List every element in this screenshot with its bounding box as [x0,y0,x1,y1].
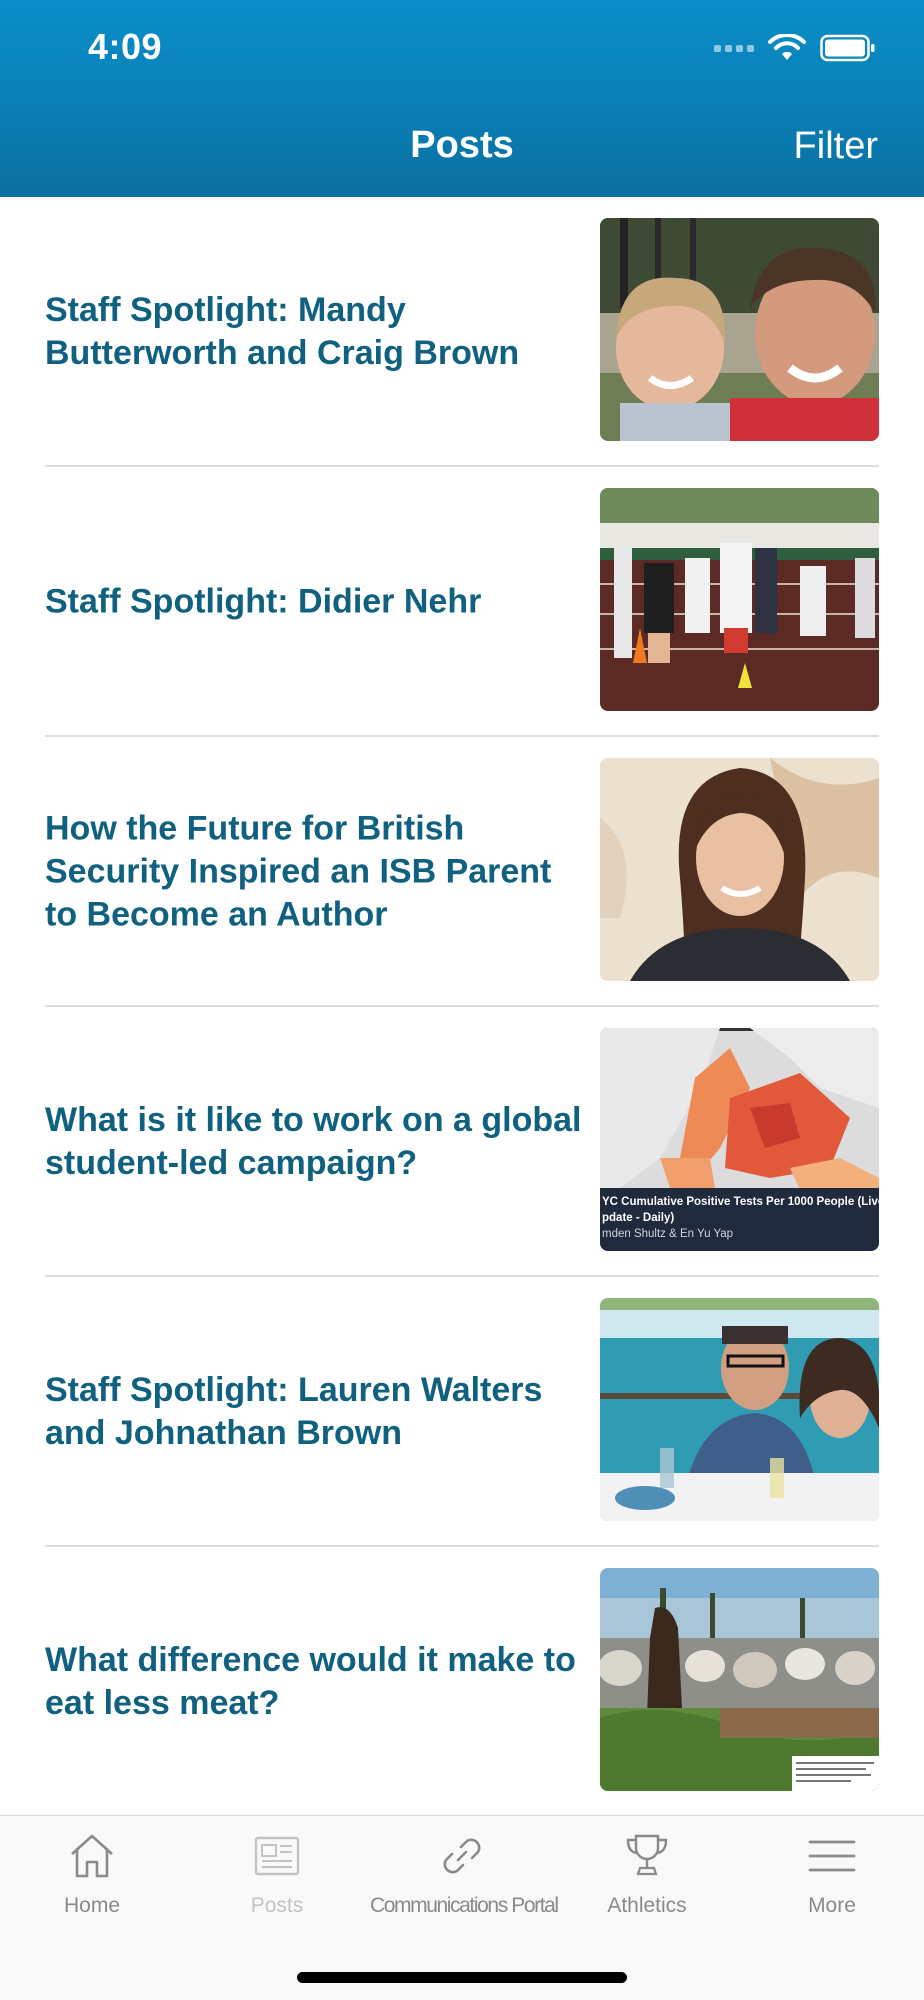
post-title[interactable]: Staff Spotlight: Didier Nehr [45,581,585,624]
filter-button[interactable]: Filter [794,125,878,168]
post-row[interactable]: Staff Spotlight: Didier Nehr [0,467,924,737]
portrait-photo [600,758,879,981]
app-header: 4:09 Posts Filter [0,0,924,197]
post-row[interactable]: Staff Spotlight: Mandy Butterworth and C… [0,197,924,467]
newspaper-icon [254,1836,300,1876]
couple-boat-photo [600,1298,879,1521]
cattle-field-photo [600,1568,879,1791]
thumbnail-caption: YC Cumulative Positive Tests Per 1000 Pe… [600,1194,879,1242]
status-icons [714,34,876,62]
post-thumbnail[interactable] [600,1568,879,1791]
post-title[interactable]: Staff Spotlight: Lauren Walters and John… [45,1369,585,1455]
post-title[interactable]: What is it like to work on a global stud… [45,1099,585,1185]
posts-list: Staff Spotlight: Mandy Butterworth and C… [0,197,924,1815]
tab-label: Communications Portal [370,1894,559,1917]
tab-more[interactable]: More [740,1830,924,1950]
menu-icon [808,1840,856,1872]
caption-line: mden Shultz & En Yu Yap [602,1228,734,1240]
tab-label: More [808,1894,856,1917]
page-title: Posts [410,124,514,166]
home-indicator[interactable] [297,1972,627,1983]
link-icon [443,1838,481,1874]
post-row[interactable]: What is it like to work on a global stud… [0,1007,924,1277]
selfie-photo [600,218,879,441]
tab-home[interactable]: Home [0,1830,184,1950]
trophy-icon [626,1834,668,1876]
post-thumbnail[interactable] [600,1298,879,1521]
post-title[interactable]: What difference would it make to eat les… [45,1639,585,1725]
tab-posts[interactable]: Posts [185,1830,369,1950]
post-title[interactable]: How the Future for British Security Insp… [45,808,585,937]
caption-line: pdate - Daily) [602,1212,675,1224]
post-row[interactable]: What difference would it make to eat les… [0,1547,924,1815]
tab-athletics[interactable]: Athletics [555,1830,739,1950]
signal-dots-icon [714,44,754,52]
post-title[interactable]: Staff Spotlight: Mandy Butterworth and C… [45,289,585,375]
status-time: 4:09 [88,26,163,67]
post-thumbnail[interactable] [600,758,879,981]
caption-line: YC Cumulative Positive Tests Per 1000 Pe… [602,1196,879,1208]
post-thumbnail[interactable] [600,488,879,711]
tab-label: Athletics [607,1894,687,1917]
house-icon [71,1834,113,1878]
tab-label: Home [63,1894,121,1917]
wifi-icon [768,34,806,60]
post-row[interactable]: Staff Spotlight: Lauren Walters and John… [0,1277,924,1547]
children-track-photo [600,488,879,711]
tab-label: Posts [250,1894,304,1917]
post-row[interactable]: How the Future for British Security Insp… [0,737,924,1007]
tab-communications-portal[interactable]: Communications Portal [370,1830,559,1950]
post-thumbnail[interactable] [600,218,879,441]
post-thumbnail[interactable]: YC Cumulative Positive Tests Per 1000 Pe… [600,1028,879,1251]
battery-icon [820,34,875,62]
